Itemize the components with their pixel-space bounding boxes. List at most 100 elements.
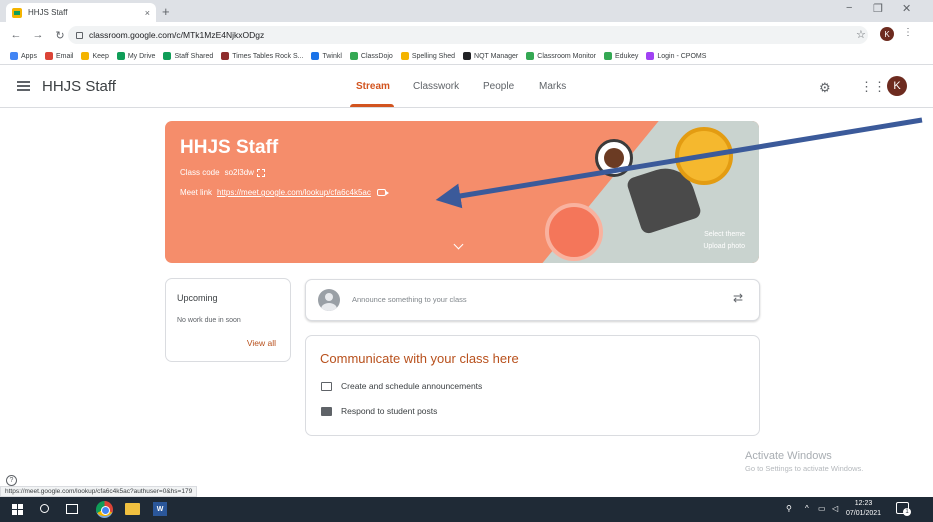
chrome-icon[interactable]	[96, 501, 113, 518]
tab-marks[interactable]: Marks	[539, 81, 566, 92]
bookmark-icon	[163, 52, 172, 60]
bookmark-item[interactable]: Times Tables Rock S...	[221, 52, 303, 60]
bookmark-label: Apps	[21, 52, 37, 60]
bookmark-star-icon[interactable]: ☆	[856, 28, 866, 41]
bookmark-item[interactable]: Spelling Shed	[400, 52, 456, 60]
main-menu-icon[interactable]	[17, 81, 30, 91]
bookmark-item[interactable]: Twinkl	[311, 52, 342, 60]
class-title[interactable]: HHJS Staff	[42, 78, 116, 95]
bookmark-icon	[646, 52, 655, 60]
new-tab-icon[interactable]: +	[162, 4, 170, 19]
upload-photo-link[interactable]: Upload photo	[703, 243, 745, 250]
bookmark-item[interactable]: Staff Shared	[163, 52, 213, 60]
help-icon[interactable]: ?	[6, 475, 17, 486]
bookmark-item[interactable]: Classroom Monitor	[526, 52, 596, 60]
video-camera-icon[interactable]	[376, 189, 389, 196]
windows-start-icon[interactable]	[12, 504, 24, 516]
activate-windows-subtitle: Go to Settings to activate Windows.	[745, 464, 864, 473]
meet-link[interactable]: https://meet.google.com/lookup/cfa6c4k5a…	[217, 188, 371, 197]
browser-profile-avatar[interactable]: K	[880, 27, 894, 41]
bookmark-label: Edukey	[615, 52, 639, 60]
bookmark-icon	[400, 52, 409, 60]
bookmark-icon	[221, 52, 230, 60]
bookmark-icon	[349, 52, 358, 60]
bookmark-icon	[463, 52, 472, 60]
browser-tab-strip: HHJS Staff × + − ❐ ✕	[0, 0, 933, 22]
class-banner: HHJS Staff Class code so2l3dw Meet link …	[165, 121, 759, 263]
announce-box[interactable]: Announce something to your class ⇄	[305, 279, 760, 321]
meet-link-row: Meet link https://meet.google.com/lookup…	[180, 188, 389, 197]
banner-grapefruit-art	[545, 203, 603, 261]
windows-taskbar: W ⚲ ^ ▭ ◁ 12:23 07/01/2021 1	[0, 497, 933, 522]
address-bar-row: ← → ↻ classroom.google.com/c/MTk1MzE4Njk…	[0, 22, 933, 48]
bookmark-label: Email	[55, 52, 74, 60]
bookmarks-bar: Apps Email Keep My Drive Staff Shared Times T…	[0, 48, 933, 65]
communicate-item: Create and schedule announcements	[321, 381, 482, 391]
bookmark-label: Keep	[92, 52, 109, 60]
people-icon[interactable]: ⚲	[786, 504, 792, 513]
meet-link-label: Meet link	[180, 188, 213, 197]
tab-stream[interactable]: Stream	[356, 81, 390, 92]
bookmark-item[interactable]: Apps	[10, 52, 37, 60]
chevron-down-icon[interactable]	[453, 239, 464, 250]
active-tab-indicator	[350, 104, 394, 107]
bookmark-icon	[604, 52, 613, 60]
tab-classwork[interactable]: Classwork	[413, 81, 459, 92]
back-icon[interactable]: ←	[10, 29, 22, 41]
classroom-header: HHJS Staff Stream Classwork People Marks…	[0, 66, 933, 108]
search-icon[interactable]	[40, 504, 49, 513]
bookmark-label: Login - CPOMS	[657, 52, 707, 60]
bookmark-label: Spelling Shed	[411, 52, 456, 60]
bookmark-item[interactable]: Email	[44, 52, 74, 60]
bookmark-item[interactable]: Edukey	[604, 52, 638, 60]
url-bar[interactable]: classroom.google.com/c/MTk1MzE4NjkxODgz	[68, 26, 868, 44]
task-view-icon[interactable]	[66, 504, 78, 514]
select-theme-link[interactable]: Select theme	[704, 231, 745, 238]
bookmark-item[interactable]: Keep	[81, 52, 109, 60]
communicate-item-label: Respond to student posts	[341, 406, 438, 416]
tab-close-icon[interactable]: ×	[145, 8, 150, 18]
browser-tab[interactable]: HHJS Staff ×	[6, 3, 156, 22]
volume-icon[interactable]: ◁	[832, 504, 838, 513]
notification-count: 1	[903, 508, 911, 516]
taskbar-clock[interactable]: 12:23 07/01/2021	[846, 499, 881, 519]
bookmark-label: Classroom Monitor	[537, 52, 597, 60]
bookmark-item[interactable]: NQT Manager	[463, 52, 518, 60]
link-status-bar: https://meet.google.com/lookup/cfa6c4k5a…	[0, 486, 198, 497]
bookmark-icon	[81, 52, 90, 60]
repost-icon[interactable]: ⇄	[733, 291, 743, 305]
bookmark-label: ClassDojo	[360, 52, 393, 60]
bookmark-icon	[116, 52, 125, 60]
bookmark-item[interactable]: ClassDojo	[349, 52, 393, 60]
lock-icon	[76, 31, 83, 39]
bookmark-icon	[10, 52, 18, 60]
bookmark-item[interactable]: Login - CPOMS	[646, 52, 706, 60]
network-icon[interactable]: ▭	[818, 504, 826, 513]
bookmark-label: Staff Shared	[174, 52, 214, 60]
account-avatar[interactable]: K	[887, 76, 907, 96]
word-icon[interactable]: W	[153, 502, 167, 516]
banner-title: HHJS Staff	[180, 137, 279, 158]
upcoming-empty-text: No work due in soon	[177, 317, 241, 324]
chevron-up-icon[interactable]: ^	[805, 504, 809, 513]
url-text: classroom.google.com/c/MTk1MzE4NjkxODgz	[89, 30, 265, 40]
reload-icon[interactable]: ↻	[54, 29, 66, 42]
bookmark-icon	[44, 52, 53, 60]
view-all-link[interactable]: View all	[247, 338, 276, 348]
announce-placeholder: Announce something to your class	[352, 295, 467, 304]
user-avatar-icon	[318, 289, 340, 311]
clock-time: 12:23	[854, 500, 873, 507]
minimize-icon[interactable]: −	[846, 2, 852, 14]
forward-icon[interactable]: →	[32, 29, 44, 41]
comment-icon	[321, 406, 332, 416]
maximize-icon[interactable]: ❐	[873, 2, 883, 15]
upcoming-title: Upcoming	[177, 293, 218, 303]
gear-icon[interactable]: ⚙	[819, 80, 831, 96]
file-explorer-icon[interactable]	[125, 503, 140, 515]
bookmark-item[interactable]: My Drive	[116, 52, 155, 60]
tab-people[interactable]: People	[483, 81, 514, 92]
close-window-icon[interactable]: ✕	[902, 2, 911, 15]
browser-menu-icon[interactable]: ⋮	[903, 27, 913, 38]
bookmark-label: NQT Manager	[474, 52, 519, 60]
fullscreen-icon[interactable]	[256, 168, 265, 177]
